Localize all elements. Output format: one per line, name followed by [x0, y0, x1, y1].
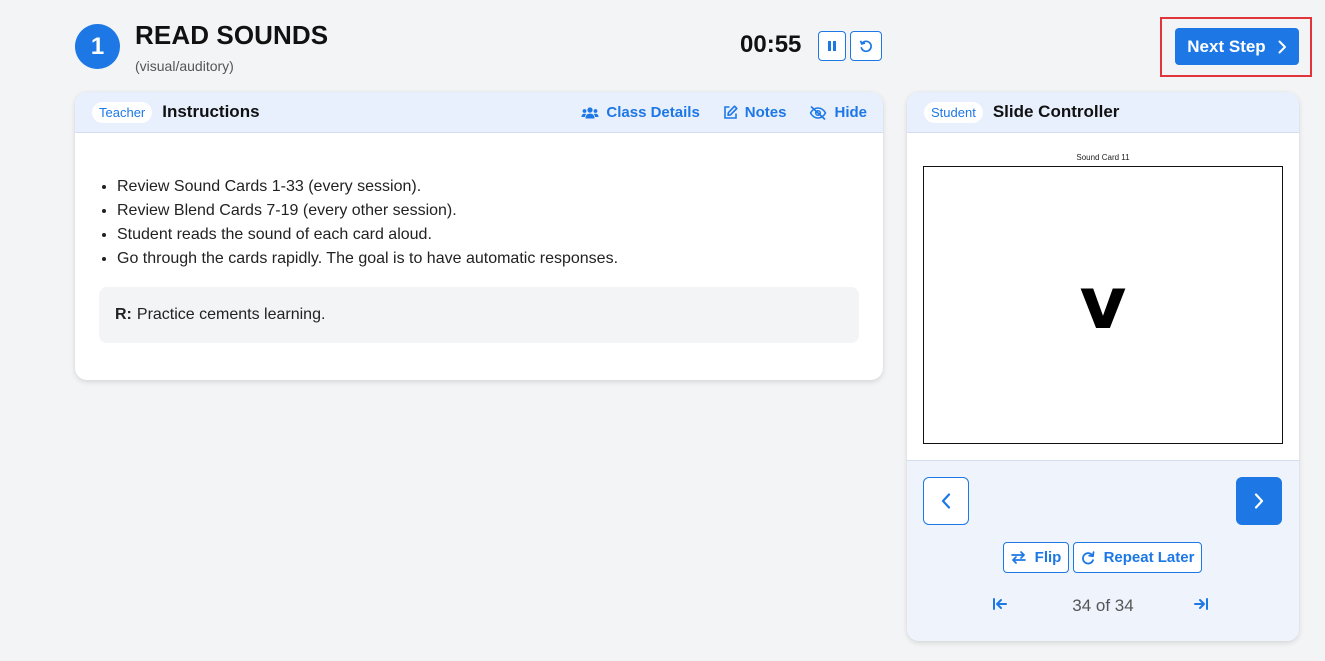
hide-label: Hide [834, 104, 867, 121]
chevron-right-icon [1278, 40, 1286, 53]
pause-button[interactable] [818, 31, 846, 61]
next-card-button[interactable] [1236, 477, 1282, 525]
edit-icon [723, 105, 738, 119]
instructions-panel-header: Teacher Instructions Class Details Notes… [75, 92, 883, 133]
redo-icon [1081, 550, 1094, 564]
reset-timer-button[interactable] [850, 31, 882, 61]
card-pager: 34 of 34 [907, 594, 1299, 618]
reason-box: R: Practice cements learning. [99, 287, 859, 343]
card-caption: Sound Card 11 [1076, 153, 1130, 162]
slide-controller-panel: Student Slide Controller Sound Card 11 v… [907, 92, 1299, 641]
flip-button[interactable]: Flip [1003, 542, 1069, 573]
chevron-left-icon [941, 493, 951, 509]
class-details-link[interactable]: Class Details [581, 104, 700, 121]
notes-label: Notes [744, 104, 787, 121]
previous-card-button[interactable] [923, 477, 969, 525]
repeat-later-button[interactable]: Repeat Later [1073, 542, 1202, 573]
chevron-right-icon [1254, 493, 1264, 509]
sound-card: v [923, 166, 1283, 444]
class-details-label: Class Details [606, 104, 700, 121]
timer-display: 00:55 [740, 31, 802, 58]
instructions-panel: Teacher Instructions Class Details Notes… [75, 92, 883, 380]
instructions-list: Review Sound Cards 1-33 (every session).… [99, 175, 859, 271]
notes-link[interactable]: Notes [723, 104, 787, 121]
swap-icon [1010, 551, 1026, 564]
card-letter: v [1079, 261, 1127, 345]
hide-link[interactable]: Hide [809, 104, 867, 121]
instruction-item: Student reads the sound of each card alo… [117, 223, 859, 247]
slide-controller-header: Student Slide Controller [907, 92, 1299, 133]
last-card-button[interactable] [1193, 597, 1209, 616]
users-icon [581, 106, 599, 118]
next-step-button[interactable]: Next Step [1175, 28, 1299, 65]
flip-label: Flip [1034, 549, 1062, 566]
instructions-body: Review Sound Cards 1-33 (every session).… [75, 133, 883, 343]
repeat-later-label: Repeat Later [1103, 549, 1195, 566]
last-page-icon [1194, 598, 1208, 610]
reason-text: Practice cements learning. [136, 306, 326, 323]
instruction-item: Go through the cards rapidly. The goal i… [117, 247, 859, 271]
student-role-badge: Student [924, 101, 983, 123]
step-number-badge: 1 [75, 24, 120, 69]
next-step-label: Next Step [1187, 36, 1266, 56]
reset-icon [859, 40, 872, 53]
instructions-actions: Class Details Notes Hide [581, 92, 867, 133]
step-subtitle: (visual/auditory) [135, 58, 234, 74]
slide-controls: Flip Repeat Later 34 of 34 [907, 460, 1299, 641]
instruction-item: Review Blend Cards 7-19 (every other ses… [117, 199, 859, 223]
slide-controller-title: Slide Controller [992, 102, 1120, 121]
instructions-title: Instructions [162, 102, 260, 121]
reason-label: R: [115, 306, 132, 323]
step-title: READ SOUNDS [135, 20, 329, 50]
card-position: 34 of 34 [1072, 596, 1134, 615]
teacher-role-badge: Teacher [92, 101, 153, 123]
instruction-item: Review Sound Cards 1-33 (every session). [117, 175, 859, 199]
pause-icon [828, 41, 836, 51]
eye-off-icon [810, 105, 827, 120]
